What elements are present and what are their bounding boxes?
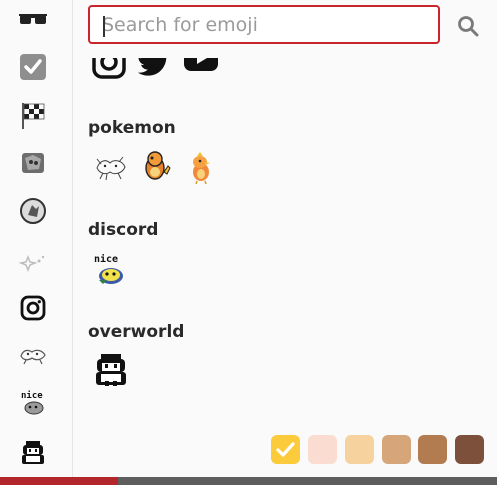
skin-tone-swatch[interactable] — [382, 435, 411, 464]
svg-text:nice: nice — [21, 390, 43, 401]
custom-sticker-icon[interactable] — [18, 148, 48, 178]
background-window-strip — [0, 477, 497, 485]
emoji-overworld-character[interactable] — [93, 352, 129, 388]
section-title-overworld: overworld — [88, 322, 185, 342]
custom-badge-icon[interactable] — [18, 196, 48, 226]
nice-sticker-icon[interactable]: nice — [18, 388, 48, 418]
checkered-flag-icon[interactable] — [18, 101, 48, 131]
emoji-youtube[interactable] — [183, 58, 219, 78]
skin-tone-swatch[interactable] — [345, 435, 374, 464]
check-icon — [276, 442, 295, 457]
emoji-charmander[interactable] — [137, 148, 173, 184]
overworld-character-icon[interactable] — [18, 438, 48, 468]
emoji-list[interactable]: pokemon discord nice overworld — [73, 58, 497, 420]
section-title-pokemon: pokemon — [88, 118, 176, 138]
skin-tone-swatch[interactable] — [308, 435, 337, 464]
emoji-instagram[interactable] — [91, 58, 127, 80]
emoji-nice-pixel[interactable]: nice — [93, 252, 129, 288]
svg-text:nice: nice — [94, 253, 118, 265]
check-box-icon[interactable] — [18, 52, 48, 82]
skin-tone-swatch[interactable] — [455, 435, 484, 464]
sunglasses-icon[interactable] — [18, 5, 48, 35]
skin-tone-swatch[interactable] — [418, 435, 447, 464]
search-icon[interactable] — [456, 14, 480, 38]
emoji-torchic[interactable] — [183, 150, 219, 186]
skin-tone-swatch-selected[interactable] — [271, 435, 300, 464]
section-title-discord: discord — [88, 220, 159, 240]
search-input[interactable] — [102, 11, 422, 39]
search-field[interactable] — [88, 5, 440, 44]
sparkle-stars-icon[interactable] — [18, 247, 48, 277]
pokemon-icon[interactable] — [18, 340, 48, 370]
instagram-icon[interactable] — [18, 293, 48, 323]
text-caret — [103, 16, 105, 37]
emoji-twitter[interactable] — [137, 58, 173, 78]
category-sidebar: nice — [0, 0, 73, 477]
emoji-picker: nice pokemon — [0, 0, 497, 477]
emoji-pokemon-sketch[interactable] — [93, 150, 129, 186]
